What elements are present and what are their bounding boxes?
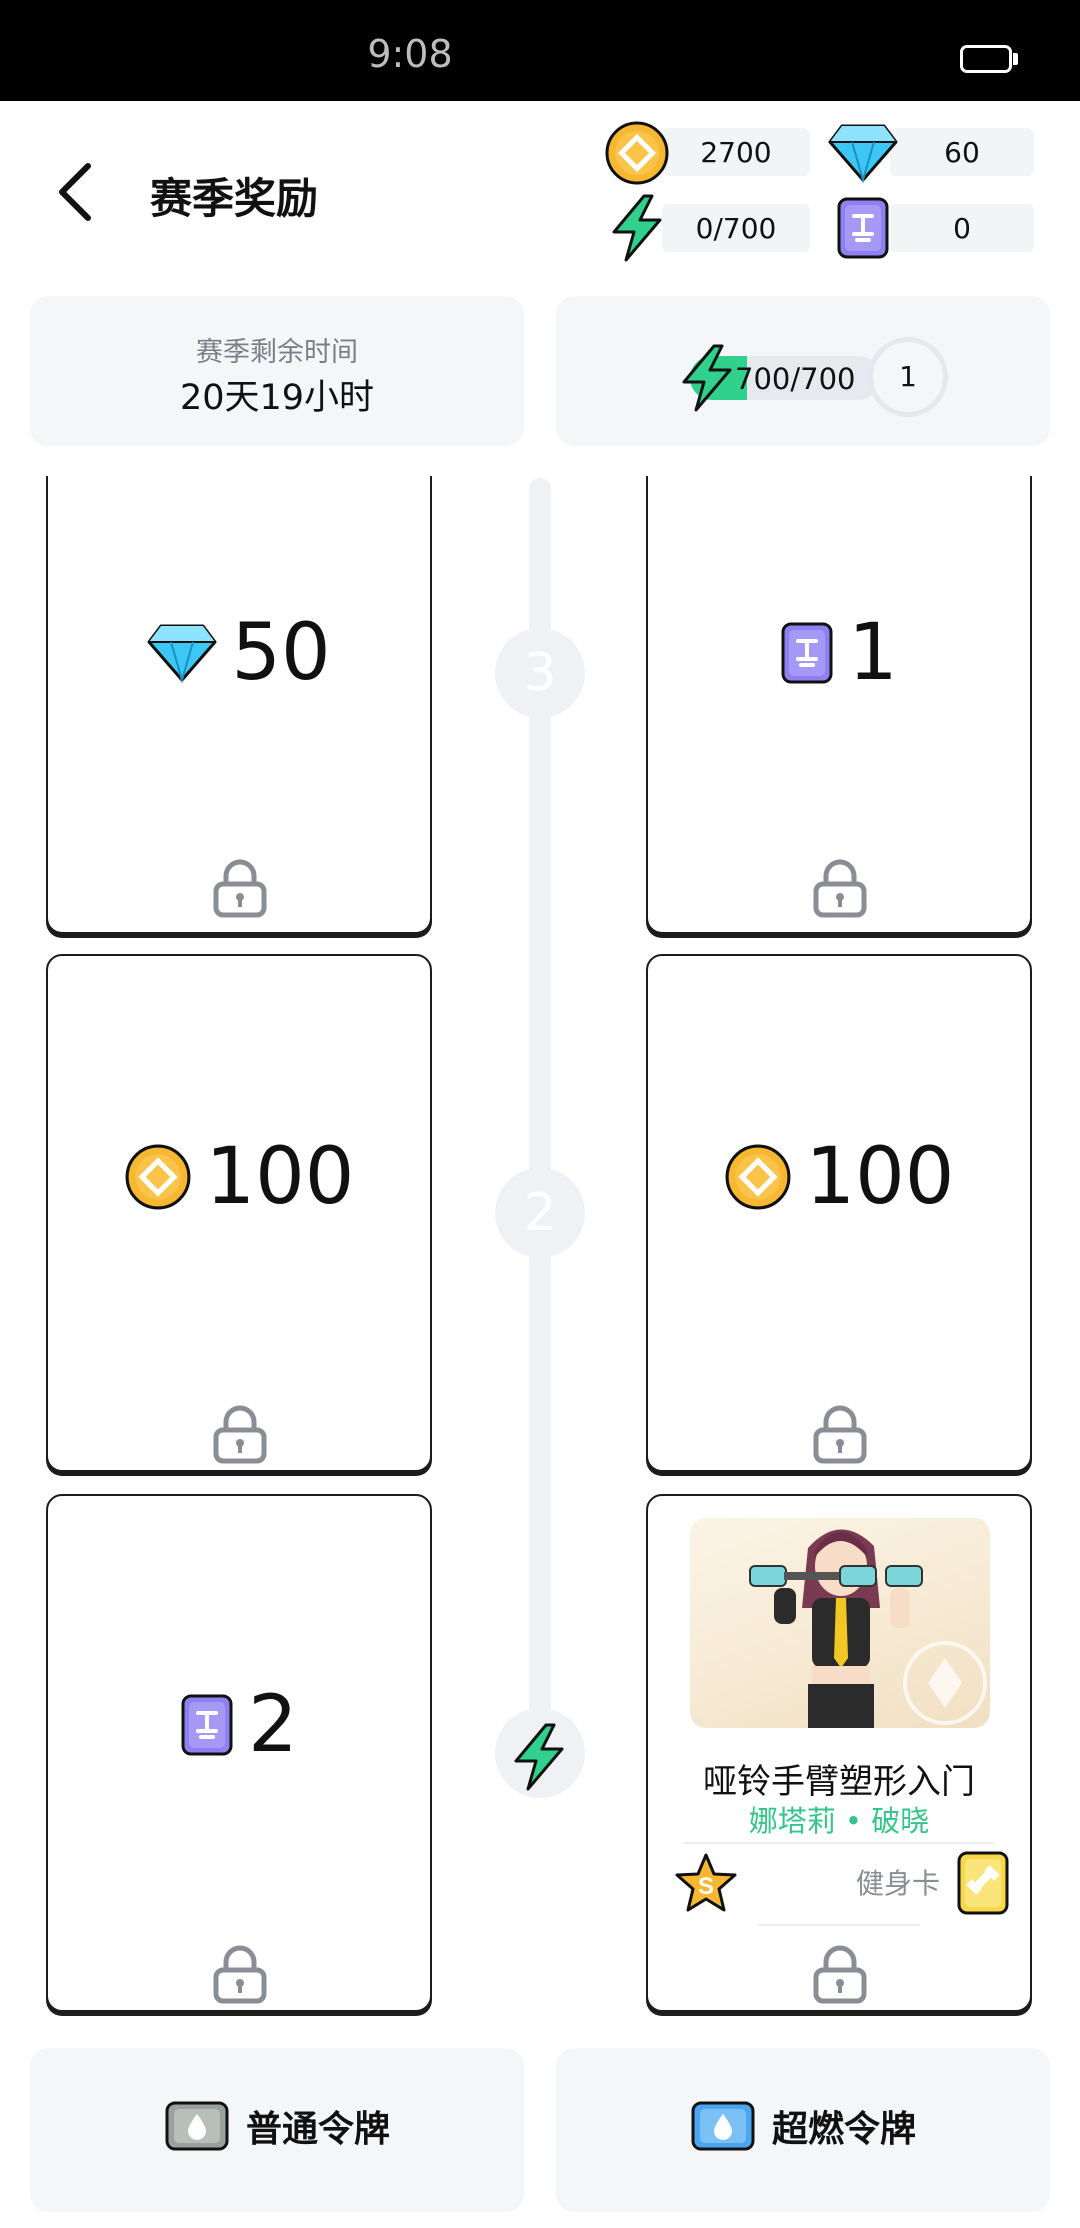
diamond-balance: 60 [890,128,1034,176]
reward-amount: 50 [231,608,331,698]
character-illustration [749,1529,987,1728]
divider [684,1842,994,1844]
super-token-icon [691,2101,755,2151]
energy-icon [514,1723,564,1791]
status-bar: 9:08 69 [0,0,1080,101]
diamond-balance-value: 60 [944,136,980,169]
reward-content: 100 [648,1132,1030,1222]
super-token-label: 超燃令牌 [771,2109,916,2150]
course-title: 哑铃手臂塑形入门 [703,1762,975,1802]
energy-progress-text: 700/700 [735,362,856,396]
status-time: 9:08 [367,32,453,76]
course-instructor: 娜塔莉 • 破晓 [748,1804,930,1838]
card-type-label: 健身卡 [855,1867,940,1900]
lock-icon [813,1945,867,2004]
current-level-node [495,1708,585,1798]
reward-content: 100 [48,1132,430,1222]
energy-balance: 0/700 [662,204,810,252]
reward-content: 1 [648,608,1030,698]
normal-token-icon [165,2101,229,2151]
token-icon [781,622,833,684]
season-remaining-label: 赛季剩余时间 [196,337,358,368]
back-button[interactable] [52,160,98,224]
coin-icon [725,1144,791,1210]
coin-icon [125,1144,191,1210]
energy-icon [612,194,662,262]
coin-balance-value: 2700 [700,136,772,169]
reward-amount: 2 [248,1680,298,1770]
energy-balance-value: 0/700 [695,212,777,245]
reward-card-coin[interactable]: 100 [46,954,432,1472]
normal-token-button[interactable]: 普通令牌 [30,2048,524,2212]
coin-balance: 2700 [662,128,810,176]
diamond-icon [828,124,898,184]
page-title: 赛季奖励 [150,174,319,223]
lock-icon [813,1405,867,1464]
battery-level: 69 [971,45,1001,69]
lock-icon [213,1405,267,1464]
reward-card-fitness-course[interactable]: 哑铃手臂塑形入门 娜塔莉 • 破晓 S 健身卡 [646,1494,1032,2012]
reward-content: 50 [48,608,430,698]
lock-icon [813,859,867,918]
super-token-content: 超燃令牌 [556,2100,1050,2152]
level-node-2: 2 [495,1168,585,1258]
normal-token-content: 普通令牌 [30,2100,524,2152]
season-rewards-screen: 9:08 69 赛季奖励 2700 60 0/700 0 赛季剩余时间 20天1… [0,0,1080,2228]
token-icon [837,197,889,259]
fitness-card-icon [957,1851,1009,1915]
diamond-icon [147,624,217,684]
lock-icon [213,859,267,918]
season-remaining-value: 20天19小时 [179,378,375,418]
reward-amount: 100 [205,1132,355,1222]
coin-icon [605,121,669,185]
level-node-3: 3 [495,628,585,718]
reward-amount: 100 [805,1132,955,1222]
course-character-image [690,1518,990,1728]
battery-icon: 69 [960,45,1012,73]
reward-amount: 1 [848,608,898,698]
level-badge: 1 [868,337,948,417]
reward-card-token[interactable]: 1 [646,476,1032,934]
super-token-button[interactable]: 超燃令牌 [556,2048,1050,2212]
reward-card-diamond[interactable]: 50 [46,476,432,934]
battery-tip [1013,53,1018,65]
divider [758,1924,920,1926]
energy-icon [682,344,732,412]
reward-content: 2 [48,1680,430,1770]
lock-icon [213,1945,267,2004]
reward-card-coin[interactable]: 100 [646,954,1032,1472]
reward-card-token[interactable]: 2 [46,1494,432,2012]
token-balance-value: 0 [953,212,971,245]
token-balance: 0 [890,204,1034,252]
token-icon [181,1694,233,1756]
normal-token-label: 普通令牌 [245,2109,390,2150]
